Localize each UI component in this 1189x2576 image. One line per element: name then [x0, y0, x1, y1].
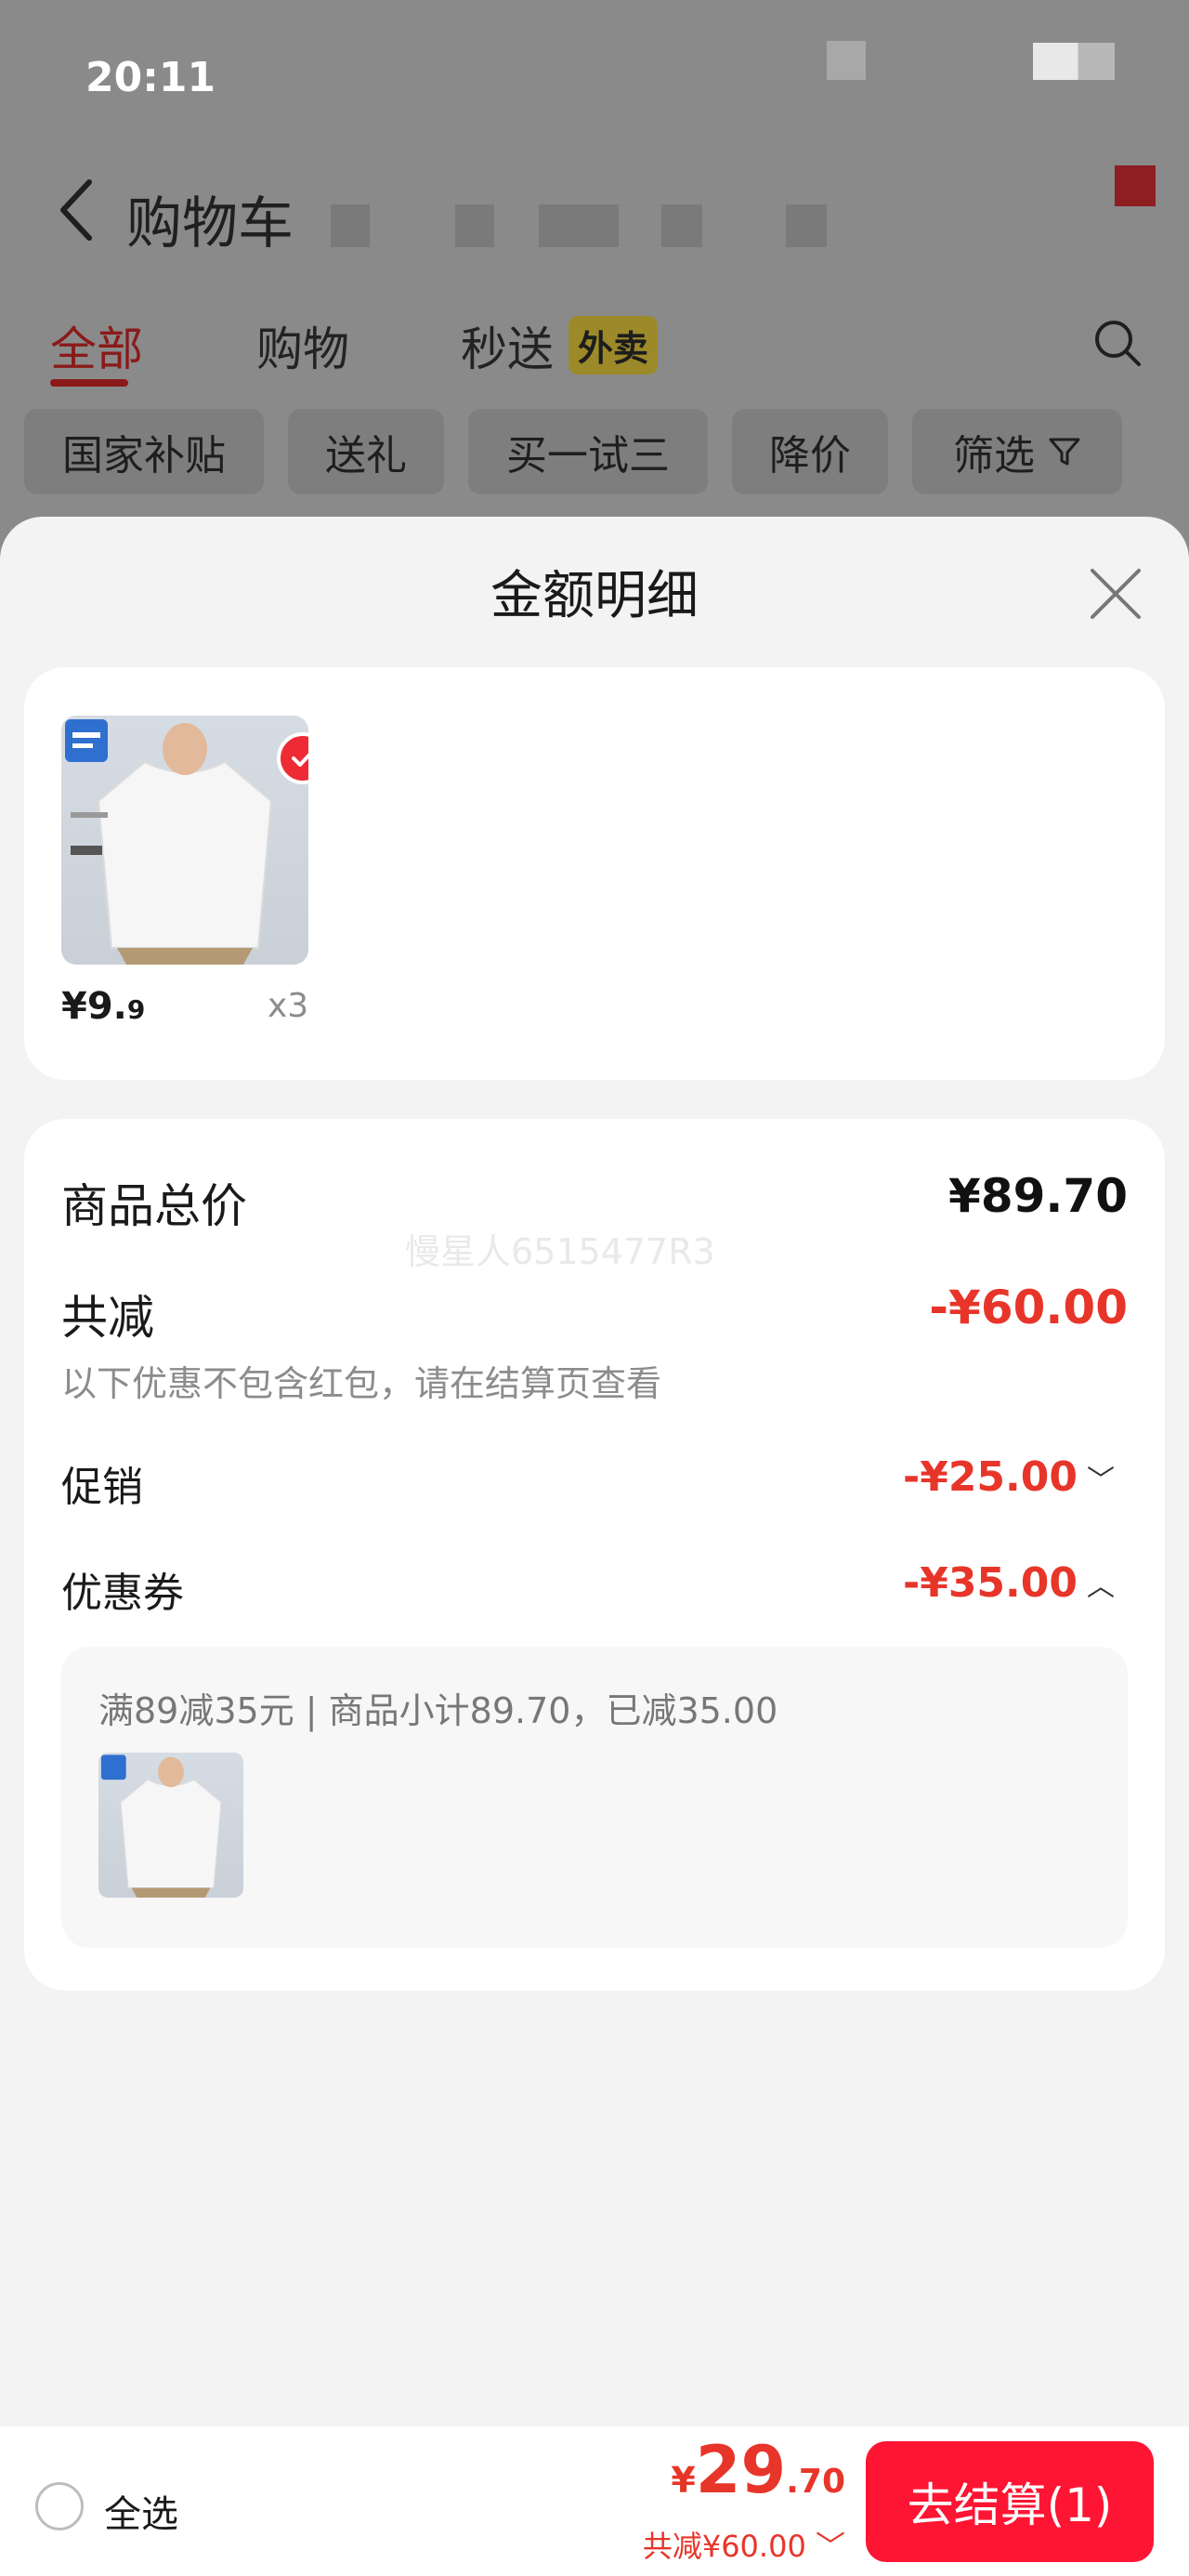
promotion-value: -¥25.00 [902, 1453, 1078, 1501]
total-int: 29 [695, 2432, 787, 2508]
coupon-detail-text: 满89减35元 | 商品小计89.70，已减35.00 [98, 1690, 778, 1731]
search-icon[interactable] [1092, 318, 1143, 368]
chip-price-drop[interactable]: 降价 [732, 409, 888, 494]
discount-note: 以下优惠不包含红包，请在结算页查看 [61, 1363, 662, 1404]
chip-filter[interactable]: 筛选 [912, 409, 1122, 494]
status-time: 20:11 [85, 54, 216, 101]
saved-amount-toggle[interactable]: 共减¥60.00 ﹀ [643, 2523, 845, 2566]
saved-text: 共减¥60.00 [642, 2529, 806, 2564]
total-yen: ¥ [671, 2460, 696, 2501]
promotion-row-toggle[interactable]: -¥25.00 ﹀ [903, 1453, 1115, 1501]
promotion-label: 促销 [61, 1464, 143, 1511]
chip-gift[interactable]: 送礼 [288, 409, 444, 494]
close-icon[interactable] [1085, 563, 1146, 624]
blurred-text [455, 204, 494, 247]
sheet-title: 金额明细 [490, 566, 699, 626]
tab-shopping[interactable]: 购物 [256, 312, 349, 379]
blurred-text [661, 204, 702, 247]
price-summary-card: 商品总价 ¥89.70 慢星人6515477R3 共减 -¥60.00 以下优惠… [24, 1119, 1165, 1991]
corner-logo [1115, 165, 1156, 206]
checkout-button[interactable]: 去结算(1) [866, 2441, 1154, 2562]
chevron-down-icon: ﹀ [1087, 1464, 1115, 1497]
discount-label: 共减 [61, 1291, 154, 1345]
product-price: ¥9.9 [61, 985, 145, 1028]
amount-detail-sheet: 金额明细 ¥9.9 x3 商品总价 ¥89.70 慢星人6515477R3 共减… [0, 517, 1189, 2426]
chip-try-three[interactable]: 买一试三 [468, 409, 708, 494]
select-all-radio[interactable] [35, 2482, 84, 2530]
background-cart-page: 20:11 购物车 全部 购物 秒送 外卖 国家补贴 送礼 买一试三 降价 筛选 [0, 0, 1189, 558]
tab-fast-delivery[interactable]: 秒送 [461, 312, 554, 379]
battery-icon [1033, 43, 1115, 80]
product-quantity: x3 [268, 987, 309, 1025]
watermark: 慢星人6515477R3 [405, 1231, 715, 1272]
coupon-detail-box: 满89减35元 | 商品小计89.70，已减35.00 [61, 1647, 1128, 1948]
waimai-badge: 外卖 [568, 316, 659, 375]
checkout-bar: 全选 ¥29.70 共减¥60.00 ﹀ 去结算(1) [0, 2426, 1189, 2576]
blurred-text [539, 204, 619, 247]
discount-value: -¥60.00 [929, 1281, 1128, 1334]
signal-icon [827, 41, 866, 80]
product-price-dec: 9 [126, 994, 146, 1025]
total-value: ¥89.70 [948, 1169, 1128, 1223]
coupon-row-toggle[interactable]: -¥35.00 ︿ [903, 1559, 1115, 1607]
back-arrow-icon[interactable] [56, 177, 97, 243]
tshirt-thumbnail [100, 1755, 222, 1898]
product-price-int: ¥9. [61, 985, 127, 1028]
tab-underline [50, 379, 128, 387]
total-label: 商品总价 [61, 1179, 247, 1233]
blurred-text [786, 204, 827, 247]
coupon-label: 优惠券 [61, 1570, 184, 1617]
chevron-down-icon: ﹀ [815, 2529, 845, 2564]
product-card: ¥9.9 x3 [24, 667, 1165, 1080]
page-title: 购物车 [126, 191, 294, 256]
chip-filter-label: 筛选 [953, 432, 1035, 480]
filter-icon [1049, 438, 1080, 466]
chip-national-subsidy[interactable]: 国家补贴 [24, 409, 264, 494]
coupon-value: -¥35.00 [902, 1559, 1078, 1607]
tab-all[interactable]: 全部 [50, 312, 143, 379]
tshirt-photo [65, 719, 273, 965]
total-dec: .70 [786, 2463, 845, 2501]
chevron-up-icon: ︿ [1087, 1570, 1115, 1603]
select-all-label[interactable]: 全选 [104, 2484, 178, 2538]
product-image[interactable] [61, 716, 308, 965]
total-amount: ¥29.70 [671, 2432, 845, 2508]
blurred-text [331, 204, 370, 247]
coupon-product-image [98, 1753, 243, 1898]
